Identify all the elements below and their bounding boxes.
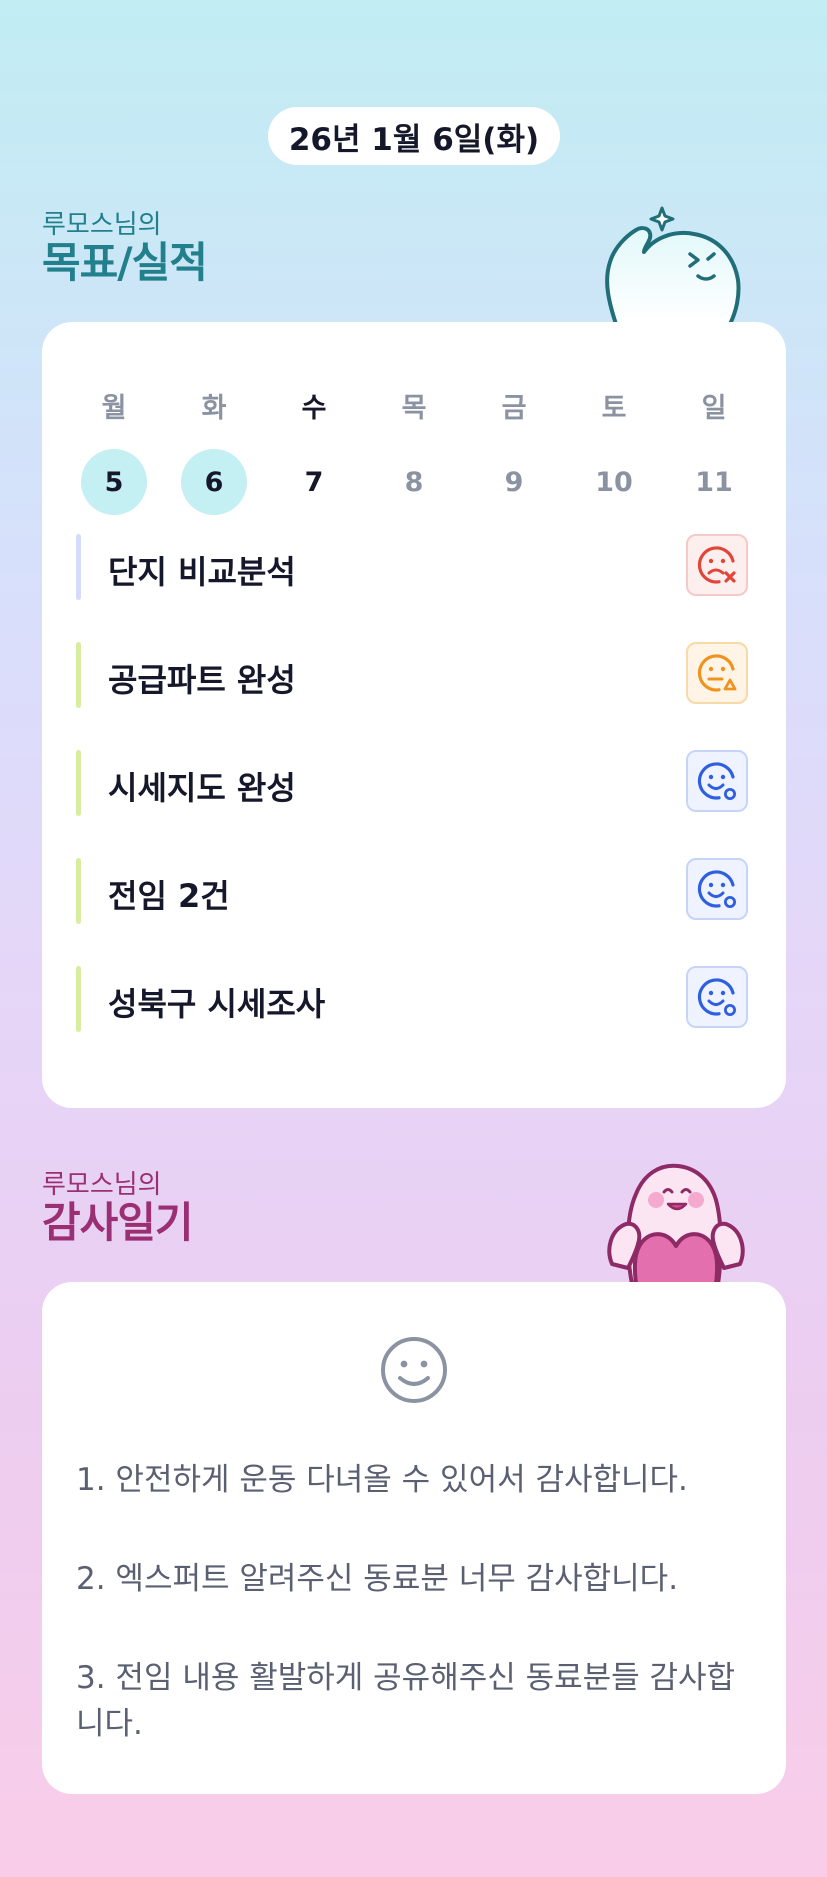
goal-text: 단지 비교분석 xyxy=(108,553,296,591)
goal-indicator-bar xyxy=(76,642,81,708)
weekday-label: 일 xyxy=(701,392,727,424)
goal-status-button[interactable] xyxy=(686,534,748,596)
goal-item[interactable]: 단지 비교분석 xyxy=(76,534,752,600)
weekday-row: 월 화 수 목 금 토 일 xyxy=(64,370,764,440)
weekday-label: 금 xyxy=(501,392,527,424)
goal-item[interactable]: 시세지도 완성 xyxy=(76,750,752,816)
goal-indicator-bar xyxy=(76,534,81,600)
waving-mascot-icon xyxy=(605,206,741,324)
heart-mascot-icon xyxy=(607,1163,745,1284)
thanks-section-title: 감사일기 xyxy=(42,1198,194,1247)
goal-text: 성북구 시세조사 xyxy=(108,985,326,1023)
goal-text: 시세지도 완성 xyxy=(108,769,296,807)
neutral-triangle-face-icon xyxy=(697,654,737,692)
date-cell[interactable]: 8 xyxy=(381,449,447,515)
goal-indicator-bar xyxy=(76,858,81,924)
gratitude-item: 2. 엑스퍼트 알려주신 동료분 너무 감사합니다. xyxy=(76,1561,679,1597)
weekday-label: 토 xyxy=(601,392,627,424)
date-cell-completed[interactable]: 6 xyxy=(181,449,247,515)
goal-status-button[interactable] xyxy=(686,750,748,812)
smile-circle-face-icon xyxy=(697,870,736,908)
date-row: 5 6 7 8 9 10 11 xyxy=(64,440,764,522)
goal-status-button[interactable] xyxy=(686,966,748,1028)
date-cell[interactable]: 9 xyxy=(481,449,547,515)
date-cell-today[interactable]: 7 xyxy=(281,449,347,515)
thanks-section-header: 루모스님의 감사일기 xyxy=(42,1170,194,1247)
smile-circle-face-icon xyxy=(697,762,736,800)
date-text: 26년 1월 6일(화) xyxy=(288,121,540,158)
goals-owner-label: 루모스님의 xyxy=(42,210,162,240)
goal-indicator-bar xyxy=(76,966,81,1032)
goals-card: 월 화 수 목 금 토 일 5 6 7 8 9 10 11 단지 비교분석 공급… xyxy=(42,322,786,1108)
goals-section-title: 목표/실적 xyxy=(42,238,208,287)
weekday-label: 목 xyxy=(401,392,427,424)
gratitude-list: 1. 안전하게 운동 다녀올 수 있어서 감사합니다. 2. 엑스퍼트 알려주신… xyxy=(76,1457,756,1800)
date-display[interactable]: 26년 1월 6일(화) xyxy=(268,107,560,165)
goal-status-button[interactable] xyxy=(686,858,748,920)
thanks-card: 1. 안전하게 운동 다녀올 수 있어서 감사합니다. 2. 엑스퍼트 알려주신… xyxy=(42,1282,786,1794)
goal-item[interactable]: 전임 2건 xyxy=(76,858,752,924)
goal-text: 전임 2건 xyxy=(108,877,230,915)
week-calendar: 월 화 수 목 금 토 일 5 6 7 8 9 10 11 xyxy=(64,370,764,522)
date-cell[interactable]: 11 xyxy=(681,449,747,515)
date-cell-completed[interactable]: 5 xyxy=(81,449,147,515)
goal-list: 단지 비교분석 공급파트 완성 시세지도 완성 전임 2건 성북구 시세조사 xyxy=(76,534,752,1074)
weekday-label-today: 수 xyxy=(301,392,327,424)
thanks-owner-label: 루모스님의 xyxy=(42,1170,162,1200)
goals-section-header: 루모스님의 목표/실적 xyxy=(42,210,208,287)
smile-circle-face-icon xyxy=(697,978,736,1016)
goal-indicator-bar xyxy=(76,750,81,816)
weekday-label: 월 xyxy=(101,392,127,424)
gratitude-item: 1. 안전하게 운동 다녀올 수 있어서 감사합니다. xyxy=(76,1462,688,1498)
smile-face-icon[interactable] xyxy=(378,1334,450,1406)
weekday-label: 화 xyxy=(201,392,227,424)
goal-status-button[interactable] xyxy=(686,642,748,704)
date-cell[interactable]: 10 xyxy=(581,449,647,515)
goal-item[interactable]: 공급파트 완성 xyxy=(76,642,752,708)
gratitude-item: 3. 전임 내용 활발하게 공유해주신 동료분들 감사합니다. xyxy=(76,1660,736,1742)
sad-x-face-icon xyxy=(697,546,736,584)
goal-item[interactable]: 성북구 시세조사 xyxy=(76,966,752,1032)
goal-text: 공급파트 완성 xyxy=(108,661,296,699)
